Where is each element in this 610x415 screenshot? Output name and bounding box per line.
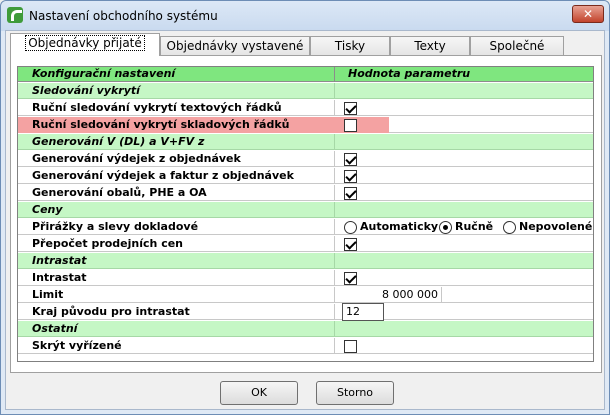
skryt-vyrizene-checkbox[interactable] bbox=[344, 340, 357, 353]
app-logo-icon bbox=[7, 7, 23, 23]
setting-label: Generování výdejek z objednávek bbox=[32, 152, 241, 165]
window-title: Nastavení obchodního systému bbox=[29, 9, 218, 23]
setting-label: Limit bbox=[32, 288, 64, 301]
tab-strip: Objednávky přijaté Objednávky vystavené … bbox=[10, 33, 602, 56]
obaly-checkbox[interactable] bbox=[344, 187, 357, 200]
setting-label: Generování výdejek a faktur z objednávek bbox=[32, 169, 294, 182]
setting-row[interactable]: Generování obalů, PHE a OA bbox=[18, 185, 593, 201]
dialog-body: Objednávky přijaté Objednávky vystavené … bbox=[5, 30, 605, 410]
setting-row[interactable]: Generování výdejek z objednávek bbox=[18, 151, 593, 167]
setting-label: Ruční sledování vykrytí skladových řádků bbox=[32, 118, 290, 131]
setting-label: Ruční sledování vykrytí textových řádků bbox=[32, 101, 282, 114]
section-title: Intrastat bbox=[32, 254, 87, 267]
section-title: Ostatní bbox=[32, 322, 78, 335]
setting-label: Intrastat bbox=[32, 271, 87, 284]
kraj-puvodu-input[interactable]: 12 bbox=[342, 303, 384, 321]
tab-texty[interactable]: Texty bbox=[390, 36, 470, 56]
radio-nepovolene[interactable] bbox=[503, 221, 516, 234]
textove-radky-checkbox[interactable] bbox=[344, 102, 357, 115]
skladove-radky-checkbox[interactable] bbox=[344, 119, 357, 132]
vydejky-faktury-checkbox[interactable] bbox=[344, 170, 357, 183]
setting-label: Přepočet prodejních cen bbox=[32, 237, 184, 250]
tab-panel: Konfigurační nastavení Hodnota parametru… bbox=[10, 55, 602, 373]
setting-label: Generování obalů, PHE a OA bbox=[32, 186, 207, 199]
close-button[interactable]: ✕ bbox=[572, 5, 604, 23]
settings-window: Nastavení obchodního systému ✕ Objednávk… bbox=[0, 0, 610, 415]
setting-row[interactable]: Přirážky a slevy dokladové Automaticky R… bbox=[18, 219, 593, 235]
settings-grid: Konfigurační nastavení Hodnota parametru… bbox=[17, 66, 594, 362]
setting-label: Skrýt vyřízené bbox=[32, 339, 122, 352]
radio-rucne[interactable] bbox=[439, 221, 452, 234]
radio-label[interactable]: Nepovolené bbox=[519, 220, 592, 233]
title-bar[interactable]: Nastavení obchodního systému ✕ bbox=[1, 1, 609, 31]
tab-spolecne[interactable]: Společné bbox=[470, 36, 564, 56]
section-intrastat: Intrastat bbox=[18, 253, 593, 269]
prepocet-cen-checkbox[interactable] bbox=[344, 238, 357, 251]
column-header-setting: Konfigurační nastavení bbox=[32, 67, 176, 80]
radio-automaticky[interactable] bbox=[344, 221, 357, 234]
setting-label: Přirážky a slevy dokladové bbox=[32, 220, 199, 233]
setting-label: Kraj původu pro intrastat bbox=[32, 305, 190, 318]
section-ostatni: Ostatní bbox=[18, 321, 593, 337]
setting-row[interactable]: Limit 8 000 000 bbox=[18, 287, 593, 303]
radio-label[interactable]: Automaticky bbox=[360, 220, 438, 233]
ok-button[interactable]: OK bbox=[220, 381, 298, 405]
intrastat-checkbox[interactable] bbox=[344, 272, 357, 285]
setting-row[interactable]: Skrýt vyřízené bbox=[18, 338, 593, 354]
setting-row[interactable]: Kraj původu pro intrastat 12 bbox=[18, 303, 593, 321]
tab-label: Objednávky přijaté bbox=[25, 35, 145, 51]
radio-label[interactable]: Ručně bbox=[455, 220, 493, 233]
setting-row[interactable]: Ruční sledování vykrytí textových řádků bbox=[18, 100, 593, 116]
tab-objednavky-prijate[interactable]: Objednávky přijaté bbox=[10, 33, 160, 56]
section-generovani: Generování V (DL) a V+FV z bbox=[18, 134, 593, 150]
tab-objednavky-vystavene[interactable]: Objednávky vystavené bbox=[160, 36, 310, 56]
vydejky-checkbox[interactable] bbox=[344, 153, 357, 166]
setting-row[interactable]: Generování výdejek a faktur z objednávek bbox=[18, 168, 593, 184]
setting-row[interactable]: Přepočet prodejních cen bbox=[18, 236, 593, 252]
setting-row[interactable]: Intrastat bbox=[18, 270, 593, 286]
section-sledovani-vykryti: Sledování vykrytí bbox=[18, 83, 593, 99]
cancel-button[interactable]: Storno bbox=[316, 381, 394, 405]
grid-header: Konfigurační nastavení Hodnota parametru bbox=[18, 67, 593, 82]
section-title: Generování V (DL) a V+FV z bbox=[32, 135, 205, 148]
section-title: Ceny bbox=[32, 203, 63, 216]
section-ceny: Ceny bbox=[18, 202, 593, 218]
tab-tisky[interactable]: Tisky bbox=[310, 36, 390, 56]
column-header-value: Hodnota parametru bbox=[348, 67, 471, 80]
limit-value[interactable]: 8 000 000 bbox=[342, 287, 442, 303]
section-title: Sledování vykrytí bbox=[32, 84, 140, 97]
setting-row-selected[interactable]: Ruční sledování vykrytí skladových řádků bbox=[18, 117, 593, 133]
